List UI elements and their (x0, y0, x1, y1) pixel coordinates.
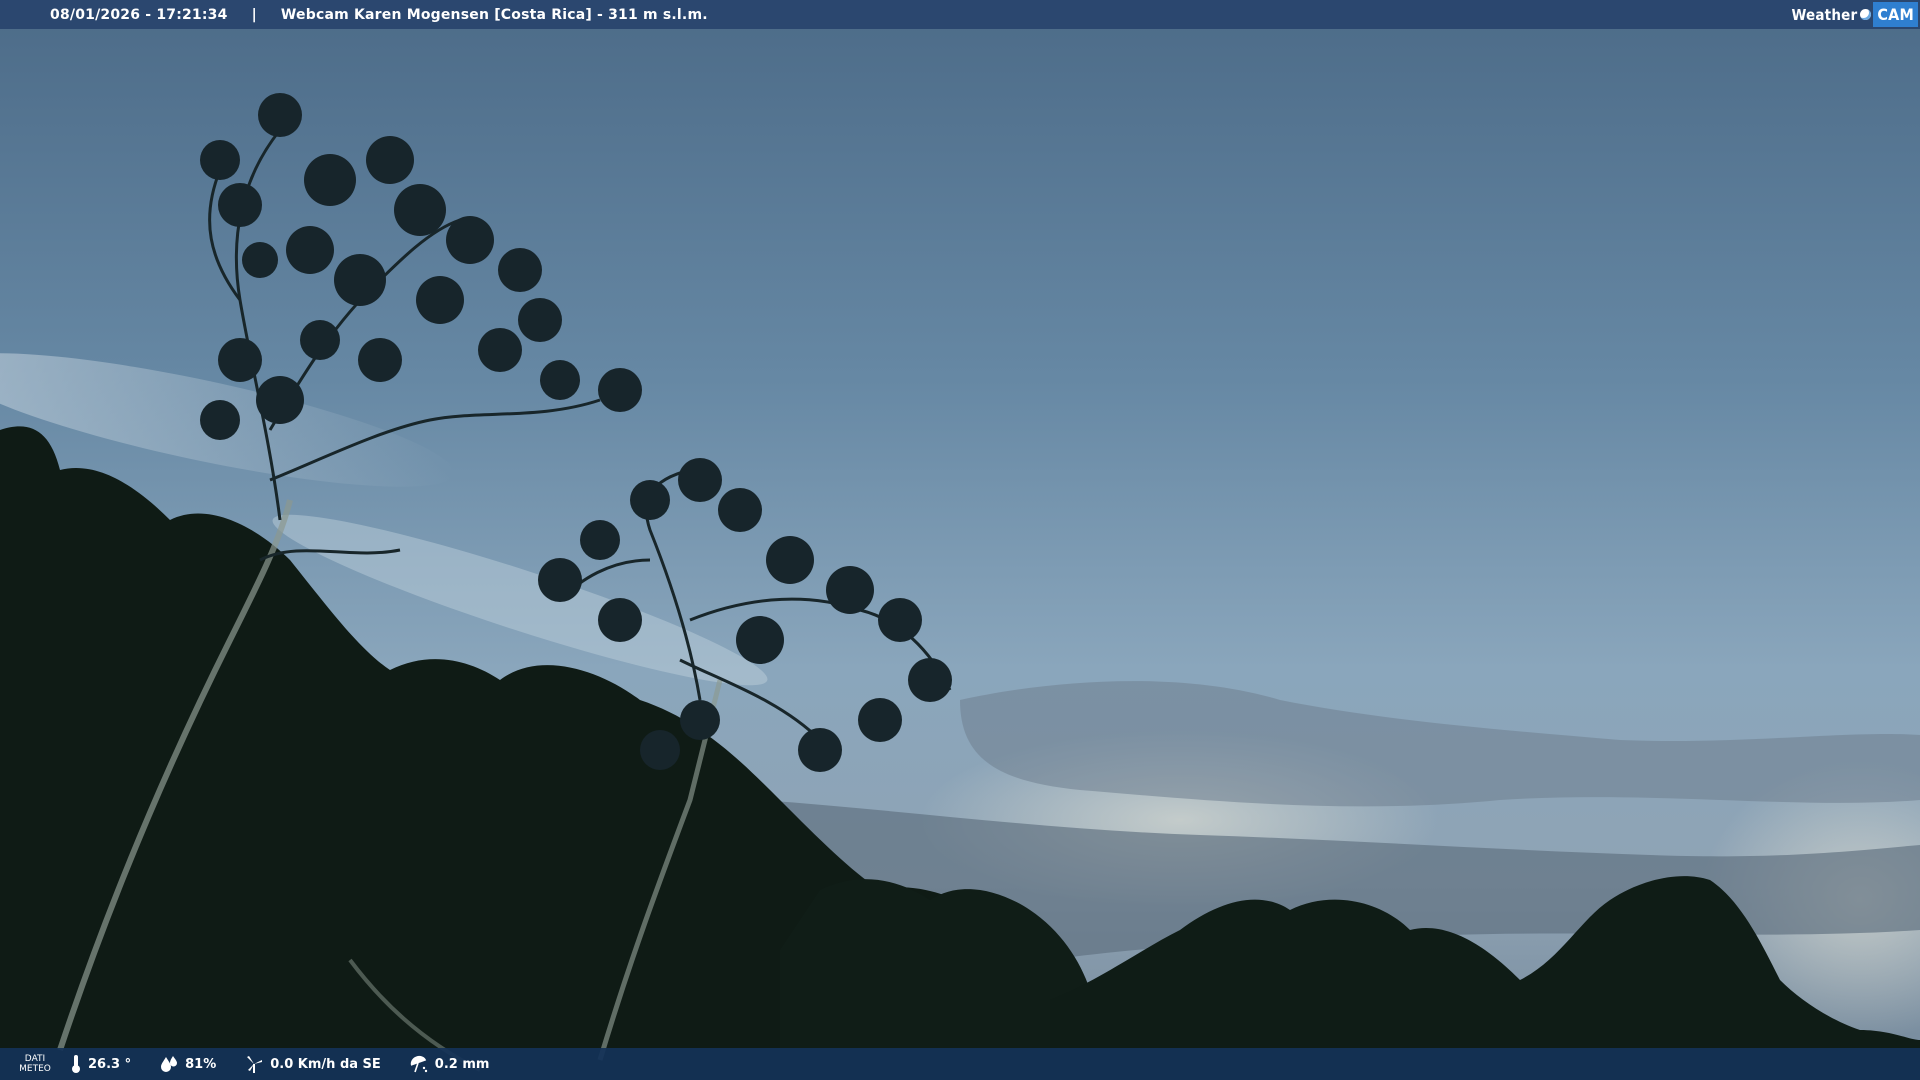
rain-metric: 0.2 mm (409, 1054, 490, 1074)
logo-weather-text: Weather (1791, 5, 1858, 24)
wind-value: 0.0 Km/h da SE (270, 1056, 381, 1072)
webcam-scene (0, 0, 1920, 1080)
logo-sun-icon (1860, 9, 1872, 20)
humidity-drops-icon (161, 1056, 178, 1072)
logo-cam-text: CAM (1873, 2, 1918, 27)
weather-data-bar: DATI METEO 26.3 ° 81% 0.0 Km/h da SE 0.2… (0, 1048, 1920, 1080)
temperature-metric: 26.3 ° (70, 1054, 131, 1074)
umbrella-rain-icon (410, 1055, 427, 1073)
datetime-label: 08/01/2026 - 17:21:34 (50, 6, 228, 23)
dati-line1: DATI (24, 1054, 46, 1064)
header-separator: | (251, 6, 257, 23)
temperature-value: 26.3 ° (88, 1056, 132, 1072)
weathercam-logo: Weather CAM (1791, 0, 1920, 29)
webcam-title: Webcam Karen Mogensen [Costa Rica] - 311… (280, 6, 708, 23)
dati-meteo-label: DATI METEO (0, 1054, 70, 1074)
humidity-metric: 81% (159, 1055, 216, 1073)
thermometer-icon (72, 1055, 80, 1073)
wind-turbine-icon (247, 1056, 263, 1073)
rain-value: 0.2 mm (434, 1056, 490, 1072)
dati-line2: METEO (19, 1064, 51, 1074)
wind-metric: 0.0 Km/h da SE (244, 1054, 381, 1074)
header-bar: 08/01/2026 - 17:21:34 | Webcam Karen Mog… (0, 0, 1920, 29)
humidity-value: 81% (185, 1056, 217, 1072)
